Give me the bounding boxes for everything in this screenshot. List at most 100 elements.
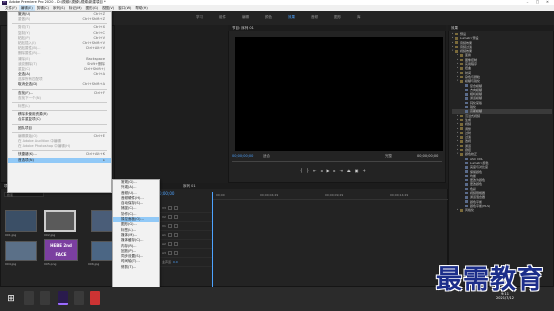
thumbnail-label: 006.jpg: [88, 262, 100, 266]
eye-icon[interactable]: [173, 233, 178, 237]
track-header[interactable]: 主声道 0.0: [160, 258, 212, 267]
track-label: A1: [162, 233, 166, 237]
timeline-ruler[interactable]: 00;00 00;00;04;29 00;00;09;29 00;00;14;2…: [212, 192, 448, 200]
effect-icon: [465, 110, 468, 113]
effects-tree-item[interactable]: ▸ 风格化: [452, 208, 552, 212]
edit-menu: 撤消(U) Ctrl+Z 重做(R) Ctrl+Shift+Z 剪切(T) Ctrl+X 复…: [7, 11, 112, 193]
effect-icon: [465, 191, 468, 195]
folder-icon: [460, 153, 463, 156]
program-timecode[interactable]: 00;00;00;00: [232, 154, 253, 158]
effect-icon: [465, 157, 468, 160]
menu-item-shortcut: Ctrl+Shift+Z: [82, 17, 105, 22]
workspace-tab[interactable]: 音频: [303, 13, 326, 21]
eye-icon[interactable]: [173, 206, 178, 210]
folder-icon: [460, 58, 463, 62]
folder-icon: [455, 50, 458, 53]
track-header[interactable]: A1: [160, 231, 212, 240]
mark-out-icon[interactable]: }: [307, 168, 310, 174]
menu-item-label: 标签(L): [18, 104, 30, 108]
menu-item-shortcut: Ctrl+E: [93, 133, 105, 138]
menu-item-shortcut: ▸: [103, 157, 105, 162]
effect-icon: [465, 101, 468, 105]
track-label: V2: [162, 215, 166, 219]
windows-start-icon[interactable]: ⊞: [5, 293, 17, 305]
folder-icon: [460, 136, 463, 139]
workspace-tab[interactable]: 颜色: [257, 13, 280, 21]
add-button-icon[interactable]: +: [362, 168, 365, 174]
menu-item-shortcut: Ctrl+Alt+V: [85, 46, 105, 51]
folder-icon: [460, 71, 463, 75]
eye-icon[interactable]: [173, 251, 178, 255]
step-back-icon[interactable]: ◂: [320, 168, 322, 174]
search-icon[interactable]: [24, 291, 34, 305]
resolution-select[interactable]: 完整: [385, 154, 392, 159]
menu-item-label: 取消全选(D): [18, 82, 38, 87]
effects-panel-title: 效果: [448, 25, 554, 31]
track-header[interactable]: A3: [160, 249, 212, 258]
folder-icon: [460, 131, 463, 135]
folder-icon: [460, 67, 463, 70]
media-thumbnail[interactable]: [5, 241, 37, 261]
program-scrub-bar[interactable]: [232, 161, 442, 164]
track-header[interactable]: V2: [160, 213, 212, 222]
track-header[interactable]: V1: [160, 222, 212, 231]
workspace-tab[interactable]: 编辑: [234, 13, 257, 21]
menu-item-label: 团队项目: [18, 125, 32, 130]
workspace-tab[interactable]: 组件: [211, 13, 234, 21]
folder-taskbar-icon[interactable]: [74, 291, 84, 305]
mark-in-icon[interactable]: {: [300, 168, 303, 174]
premiere-taskbar-icon[interactable]: [58, 291, 68, 305]
edit-menu-item[interactable]: 合并重复项(C): [8, 117, 111, 122]
preferences-menu-item[interactable]: 修剪(T)...: [113, 265, 159, 270]
eye-icon[interactable]: [173, 215, 178, 219]
lock-icon[interactable]: [167, 242, 172, 246]
folder-icon: [460, 75, 463, 79]
app-taskbar-icon[interactable]: [90, 291, 100, 305]
track-header[interactable]: A2: [160, 240, 212, 249]
window-title: Adobe Premiere Pro 2020 - D:\視頻\\視頻\\視頻\…: [9, 0, 106, 4]
workspace-tab[interactable]: 学习: [188, 13, 211, 21]
title-card-thumbnail[interactable]: HEBE 2nd FACE: [44, 239, 78, 261]
eye-icon[interactable]: [173, 224, 178, 228]
task-view-icon[interactable]: [40, 291, 50, 305]
effects-tree: ▸ 预设 ▸ Lumetri 预设 ▸ 音频效果 ▸ 音频过渡 ▾ 视频效果 ▸ 变换 ▸ 图像控制 ▸ 实用…: [452, 32, 552, 212]
lock-icon[interactable]: [167, 233, 172, 237]
effect-icon: [465, 166, 468, 169]
go-to-in-icon[interactable]: ⇤: [313, 168, 316, 174]
workspace-tab[interactable]: 库: [349, 13, 369, 21]
preferences-submenu: 常规(G)... 外观(A)... 音频(U)... 音频硬件(H)... 自动保存(S…: [112, 179, 160, 297]
timeline-tab[interactable]: 序列 01: [150, 183, 448, 189]
workspace-tab[interactable]: 图形: [326, 13, 349, 21]
master-volume-value[interactable]: 0.0: [173, 260, 178, 264]
folder-icon: [460, 209, 463, 212]
effects-tree-label: 风格化: [465, 208, 475, 213]
play-icon[interactable]: ▶: [326, 168, 329, 174]
media-thumbnail[interactable]: [91, 241, 113, 261]
lock-icon[interactable]: [167, 224, 172, 228]
lift-icon[interactable]: ⏏: [347, 168, 351, 174]
workspace-tab[interactable]: 效果: [280, 13, 303, 21]
lock-icon[interactable]: [167, 206, 172, 210]
edit-menu-item[interactable]: 团队项目: [8, 126, 111, 131]
step-forward-icon[interactable]: ▸: [334, 168, 336, 174]
playhead[interactable]: [212, 192, 213, 287]
thumbnail-label: 002.jpg: [44, 233, 56, 237]
thumbnail-label: 005.png: [44, 262, 57, 266]
folder-icon: [460, 140, 463, 143]
edit-menu-item[interactable]: 首选项(N) ▸: [8, 157, 111, 163]
menu-item-shortcut: Ctrl+F: [93, 90, 105, 95]
export-frame-icon[interactable]: ▣: [355, 168, 359, 174]
media-thumbnail[interactable]: [44, 210, 76, 232]
zoom-select[interactable]: 适合: [263, 154, 270, 159]
media-thumbnail[interactable]: [5, 210, 37, 232]
track-header[interactable]: V3: [160, 204, 212, 213]
lock-icon[interactable]: [167, 251, 172, 255]
thumbnail-label: 001.jpg: [5, 233, 17, 237]
lock-icon[interactable]: [167, 215, 172, 219]
menu-item-label: 在 Adobe Photoshop 中编辑(H): [18, 144, 71, 149]
edit-menu-item[interactable]: 取消全选(D) Ctrl+Shift+A: [8, 82, 111, 87]
eye-icon[interactable]: [173, 242, 178, 246]
media-thumbnail[interactable]: [91, 210, 113, 232]
go-to-out-icon[interactable]: ⇥: [340, 168, 343, 174]
folder-icon: [460, 127, 463, 130]
